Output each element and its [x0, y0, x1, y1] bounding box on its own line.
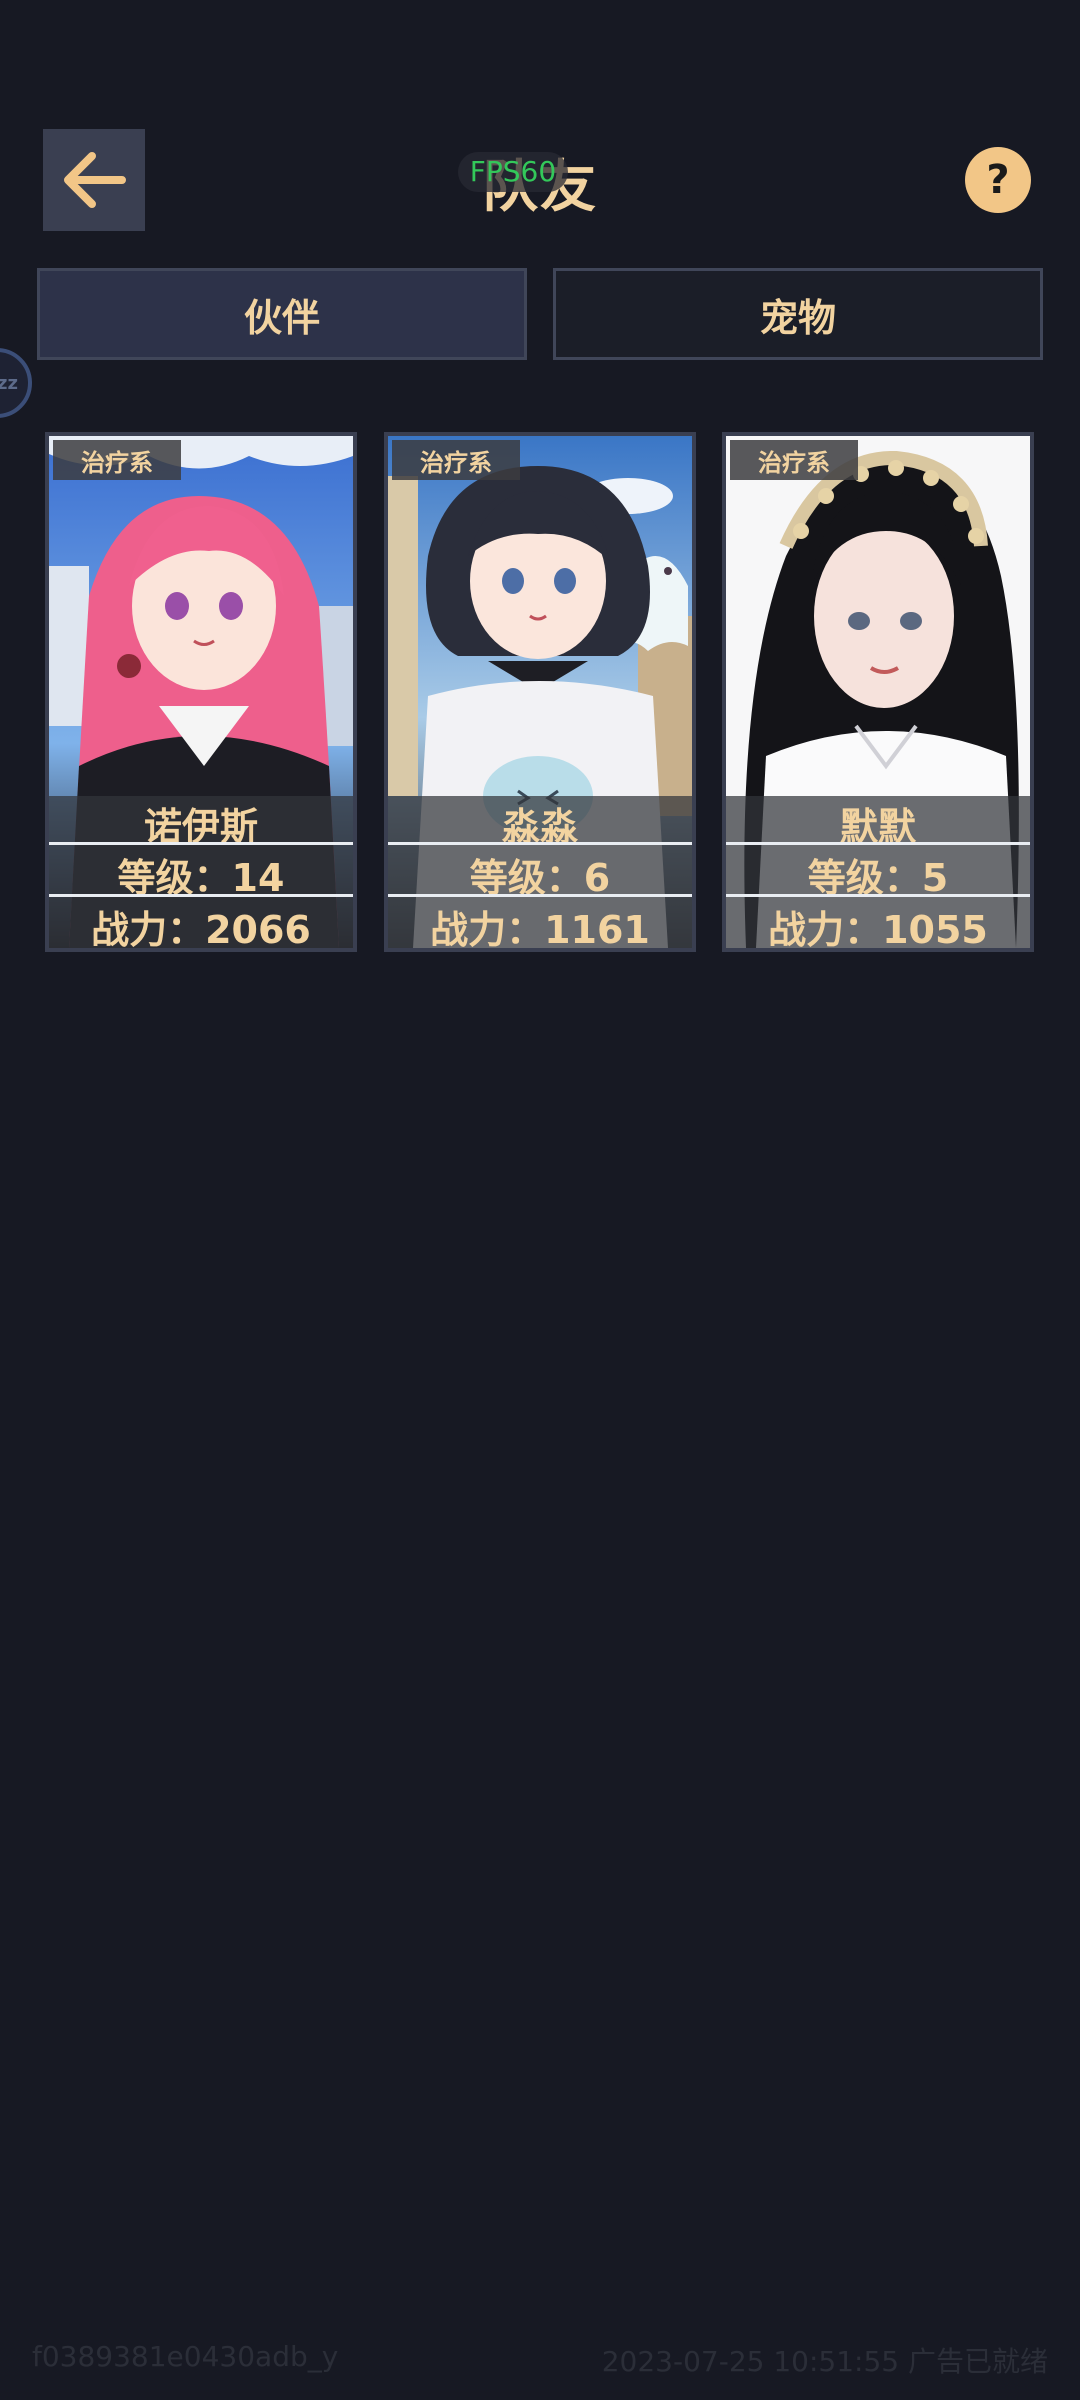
floating-assist-label: zz	[0, 372, 18, 394]
divider	[49, 894, 353, 897]
card-info-panel: 诺伊斯 等级：14 战力：2066	[49, 796, 353, 948]
character-power: 战力：1161	[430, 908, 650, 952]
card-info-panel: 默默 等级：5 战力：1055	[726, 796, 1030, 948]
tab-partner[interactable]: 伙伴	[37, 268, 527, 360]
partner-card[interactable]: 治疗系 淼淼 等级：6 战力：1161	[384, 432, 696, 952]
character-power: 战力：2066	[91, 908, 311, 952]
question-icon: ?	[986, 157, 1010, 203]
help-button[interactable]: ?	[965, 147, 1031, 213]
fps-counter: FPS60	[458, 152, 568, 192]
divider	[726, 894, 1030, 897]
tab-pet-label: 宠物	[759, 295, 836, 340]
element-badge: 治疗系	[392, 440, 520, 480]
element-badge: 治疗系	[730, 440, 858, 480]
tab-pet[interactable]: 宠物	[553, 268, 1043, 360]
divider	[726, 842, 1030, 845]
partner-card[interactable]: 治疗系 诺伊斯 等级：14 战力：2066	[45, 432, 357, 952]
floating-assist-button[interactable]: zz	[0, 348, 32, 418]
divider	[388, 842, 692, 845]
partner-card[interactable]: 治疗系 默默 等级：5 战力：1055	[722, 432, 1034, 952]
divider	[388, 894, 692, 897]
tab-partner-label: 伙伴	[243, 295, 320, 340]
divider	[49, 842, 353, 845]
device-id-text: f0389381e0430adb_y	[32, 2340, 339, 2373]
character-power: 战力：1055	[768, 908, 988, 952]
ad-status-text: 2023-07-25 10:51:55 广告已就绪	[601, 2345, 1048, 2378]
element-badge: 治疗系	[53, 440, 181, 480]
card-info-panel: 淼淼 等级：6 战力：1161	[388, 796, 692, 948]
